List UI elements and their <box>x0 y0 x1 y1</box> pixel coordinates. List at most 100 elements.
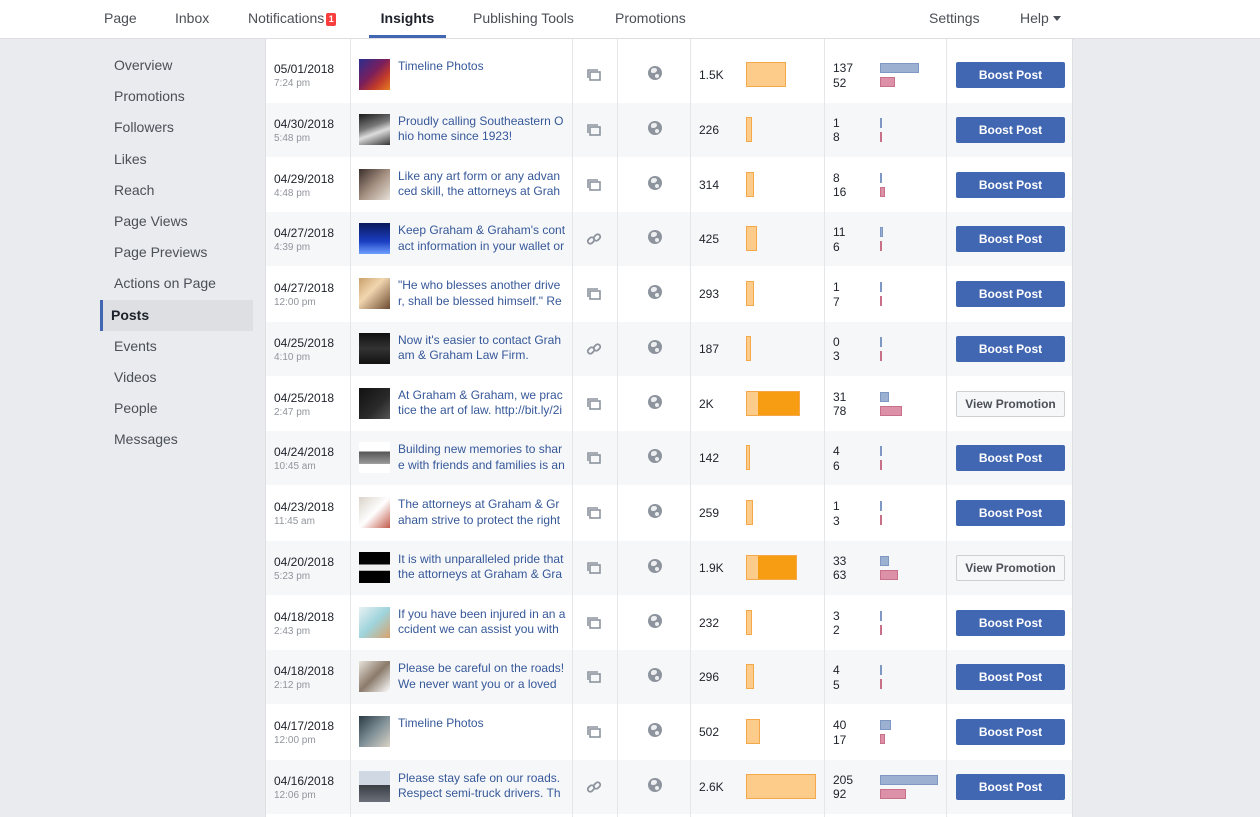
boost-post-button[interactable]: Boost Post <box>956 773 1065 800</box>
post-clicks: 31 <box>833 389 847 404</box>
post-thumbnail[interactable] <box>359 168 390 200</box>
post-thumbnail[interactable] <box>359 332 390 364</box>
reach-bar <box>746 500 753 525</box>
sidebar-item-actions-on-page[interactable]: Actions on Page <box>100 268 253 299</box>
boost-post-button[interactable]: Boost Post <box>956 664 1065 691</box>
clicks-bar <box>880 172 882 183</box>
post-thumbnail[interactable] <box>359 497 390 528</box>
nav-promotions[interactable]: Promotions <box>615 0 686 38</box>
reach-bar <box>746 281 754 306</box>
boost-post-button[interactable]: Boost Post <box>956 226 1065 253</box>
chevron-down-icon <box>1052 16 1061 21</box>
post-thumbnail[interactable] <box>359 661 390 693</box>
sidebar-item-reach[interactable]: Reach <box>100 175 253 206</box>
sidebar-item-promotions[interactable]: Promotions <box>100 81 253 112</box>
sidebar-item-followers[interactable]: Followers <box>100 112 253 143</box>
globe-icon <box>648 613 662 628</box>
post-thumbnail[interactable] <box>359 59 390 90</box>
post-link[interactable]: "He who blesses another driver, shall be… <box>398 278 566 310</box>
boost-post-button[interactable]: Boost Post <box>956 335 1065 362</box>
reactions-bar <box>880 624 882 635</box>
sidebar-item-people[interactable]: People <box>100 393 253 424</box>
clicks-bar <box>880 117 882 128</box>
post-thumbnail[interactable] <box>359 278 390 309</box>
post-thumbnail[interactable] <box>359 113 390 145</box>
post-link[interactable]: Now it's easier to contact Graham & Grah… <box>398 333 566 365</box>
post-thumbnail[interactable] <box>359 442 390 474</box>
post-link[interactable]: The attorneys at Graham & Graham strive … <box>398 497 566 529</box>
sidebar-item-videos[interactable]: Videos <box>100 362 253 393</box>
nav-settings[interactable]: Settings <box>929 0 980 38</box>
boost-post-button[interactable]: Boost Post <box>956 719 1065 745</box>
post-engagement: 137 52 <box>833 61 853 90</box>
boost-post-button[interactable]: Boost Post <box>956 116 1065 143</box>
boost-post-button[interactable]: Boost Post <box>956 62 1065 88</box>
sidebar-item-overview[interactable]: Overview <box>100 50 253 81</box>
sidebar-item-likes[interactable]: Likes <box>100 144 253 175</box>
post-reach: 425 <box>699 232 720 247</box>
boost-post-button[interactable]: Boost Post <box>956 445 1065 472</box>
post-engagement: 18 <box>833 116 840 145</box>
column-divider <box>617 39 618 817</box>
sidebar-item-messages[interactable]: Messages <box>100 424 253 455</box>
post-thumbnail[interactable] <box>359 387 390 419</box>
post-reactions: 63 <box>833 568 847 583</box>
post-thumbnail[interactable] <box>359 606 390 638</box>
post-engagement: 13 <box>833 499 840 528</box>
boost-post-button[interactable]: Boost Post <box>956 609 1065 636</box>
nav-inbox[interactable]: Inbox <box>175 0 209 38</box>
nav-help[interactable]: Help <box>1020 0 1061 38</box>
nav-notifications[interactable]: Notifications 1 <box>248 0 337 38</box>
table-row: 04/27/2018 4:39 pm Keep Graham & Graham's … <box>266 212 1072 267</box>
post-link[interactable]: Timeline Photos <box>398 59 566 91</box>
boost-post-button[interactable]: Boost Post <box>956 171 1065 198</box>
post-link[interactable]: Please stay safe on our roads. Respect s… <box>398 771 566 803</box>
view-promotion-button[interactable]: View Promotion <box>956 390 1065 417</box>
post-engagement: 46 <box>833 444 840 473</box>
post-thumbnail[interactable] <box>359 551 390 583</box>
nav-page[interactable]: Page <box>104 0 137 38</box>
post-reach: 314 <box>699 177 720 192</box>
clicks-bar <box>880 610 882 621</box>
boost-post-button[interactable]: Boost Post <box>956 500 1065 526</box>
post-date: 04/30/2018 <box>274 116 335 131</box>
sidebar-item-page-views[interactable]: Page Views <box>100 206 253 237</box>
post-link[interactable]: Proudly calling Southeastern Ohio home s… <box>398 114 566 146</box>
post-link[interactable]: Timeline Photos <box>398 716 566 748</box>
post-date: 04/17/2018 <box>274 719 335 733</box>
post-time: 2:47 pm <box>274 406 311 418</box>
clicks-bar <box>880 227 883 238</box>
nav-publishing-tools[interactable]: Publishing Tools <box>473 0 574 38</box>
insights-sidebar: Overview Promotions Followers Likes Reach Pag… <box>100 50 253 455</box>
post-link[interactable]: At Graham & Graham, we practice the art … <box>398 388 566 420</box>
post-link[interactable]: Like any art form or any advanced skill,… <box>398 169 566 201</box>
post-thumbnail[interactable] <box>359 716 390 747</box>
post-thumbnail[interactable] <box>359 770 390 802</box>
table-row: 04/23/2018 11:45 am The attorneys at Graha… <box>266 486 1072 541</box>
post-link[interactable]: Building new memories to share with frie… <box>398 442 566 474</box>
globe-icon <box>648 175 662 190</box>
post-thumbnail[interactable] <box>359 223 390 255</box>
reactions-bar <box>880 734 885 744</box>
post-link[interactable]: Please be careful on the roads! We never… <box>398 661 566 693</box>
post-link[interactable]: If you have been injured in an accident … <box>398 607 566 639</box>
photo-icon <box>586 122 602 138</box>
table-row: 04/30/2018 5:48 pm Proudly calling Southea… <box>266 102 1072 158</box>
column-divider <box>946 39 947 817</box>
reach-bar <box>746 335 751 361</box>
post-reactions: 6 <box>833 239 840 254</box>
sidebar-item-events[interactable]: Events <box>100 331 253 362</box>
post-link[interactable]: Keep Graham & Graham's contact informati… <box>398 223 566 255</box>
view-promotion-button[interactable]: View Promotion <box>956 554 1065 581</box>
post-link[interactable]: It is with unparalleled pride that the a… <box>398 552 566 584</box>
post-time: 4:39 pm <box>274 242 311 254</box>
post-reactions: 78 <box>833 404 847 418</box>
sidebar-item-posts[interactable]: Posts <box>100 299 253 331</box>
post-date: 04/23/2018 <box>274 500 335 514</box>
nav-insights[interactable]: Insights <box>369 0 446 38</box>
sidebar-item-page-previews[interactable]: Page Previews <box>100 237 253 268</box>
post-reach: 226 <box>699 122 720 137</box>
reactions-bar <box>880 77 895 87</box>
globe-icon <box>648 449 662 464</box>
boost-post-button[interactable]: Boost Post <box>956 281 1065 307</box>
